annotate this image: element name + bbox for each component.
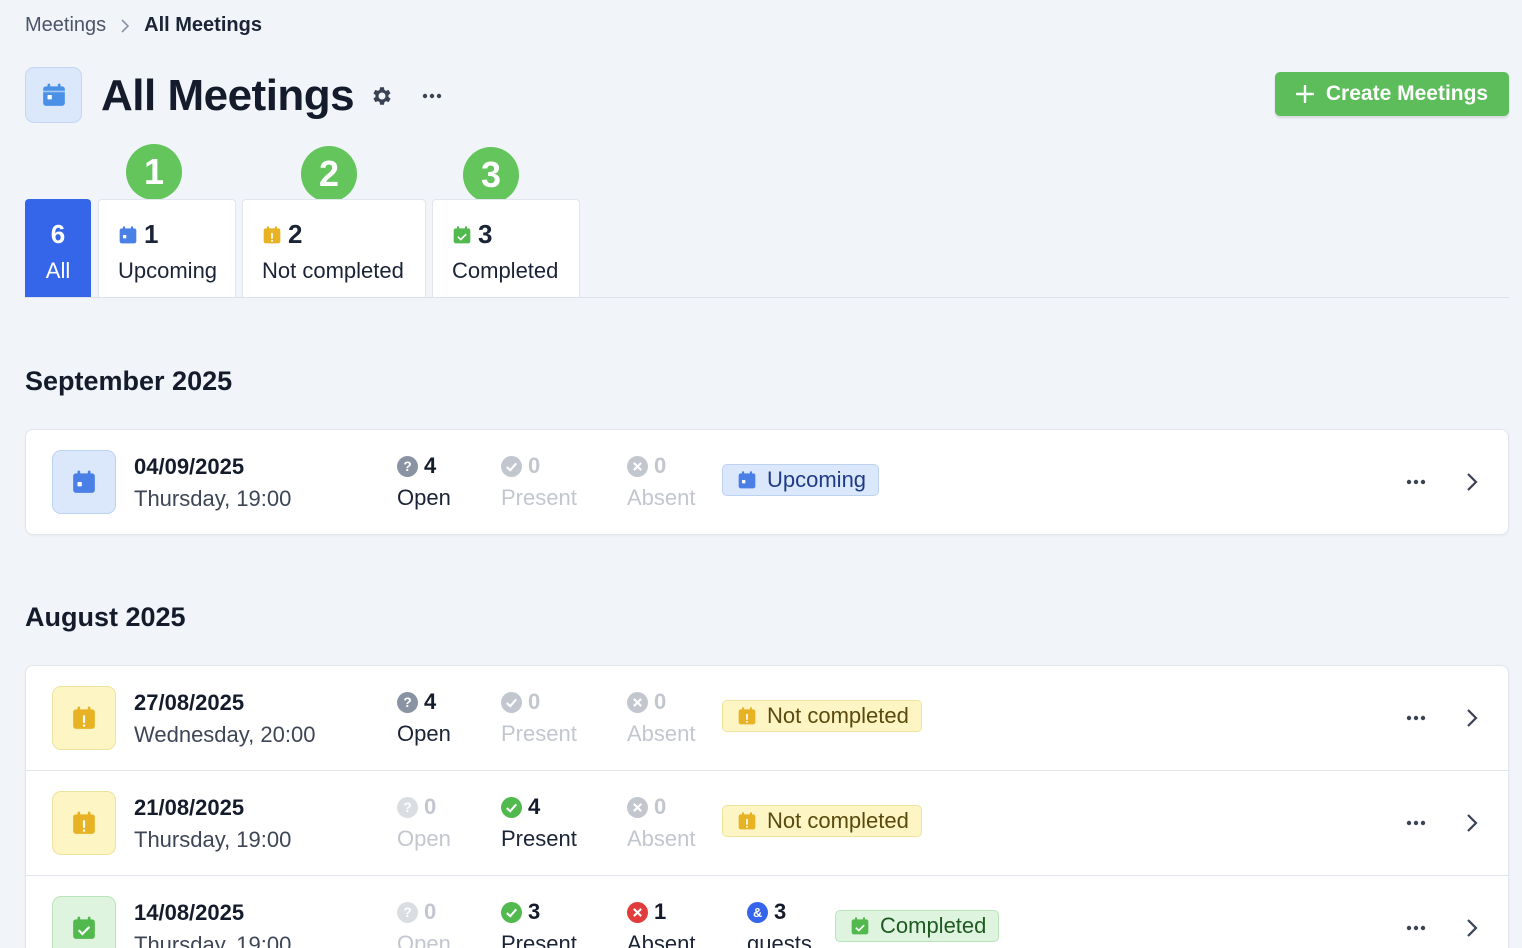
meeting-row[interactable]: 14/08/2025 Thursday, 19:00 ? 0 Open 3 Pr… xyxy=(26,876,1508,948)
annotation-badge-1: 1 xyxy=(126,144,182,200)
x-circle-icon xyxy=(627,455,648,477)
meeting-row[interactable]: 04/09/2025 Thursday, 19:00 ? 4 Open 0 Pr… xyxy=(26,430,1508,534)
calendar-check-icon xyxy=(851,917,869,935)
breadcrumb-meetings-link[interactable]: Meetings xyxy=(25,14,106,37)
breadcrumb: Meetings All Meetings xyxy=(25,14,262,37)
tab-upcoming[interactable]: 1 Upcoming xyxy=(98,199,236,297)
stat-present: 3 Present xyxy=(501,899,577,948)
stat-absent: 0 Absent xyxy=(627,794,696,851)
stat-open: ? 4 Open xyxy=(397,453,451,510)
more-options-icon[interactable] xyxy=(1401,916,1431,940)
check-circle-icon xyxy=(501,901,522,923)
stat-present: 4 Present xyxy=(501,794,577,851)
tab-all-label: All xyxy=(45,258,71,283)
meeting-day: Thursday, 19:00 xyxy=(134,486,292,511)
tab-completed-count: 3 xyxy=(478,219,493,249)
tab-completed-label: Completed xyxy=(452,258,559,283)
status-badge: Not completed xyxy=(722,805,922,837)
tab-all-count: 6 xyxy=(50,219,66,249)
page-title: All Meetings xyxy=(101,71,355,120)
more-options-icon[interactable] xyxy=(1401,811,1431,835)
gear-icon[interactable] xyxy=(368,83,394,109)
stat-absent: 0 Absent xyxy=(627,453,696,510)
create-meetings-label: Create Meetings xyxy=(1325,82,1489,105)
tab-not-completed[interactable]: 2 Not completed xyxy=(242,199,426,297)
svg-text:?: ? xyxy=(403,905,411,920)
section-title: August 2025 xyxy=(25,602,186,632)
check-circle-icon xyxy=(501,691,522,713)
calendar-icon xyxy=(738,471,756,489)
guests-icon: & xyxy=(747,901,768,923)
section-title: September 2025 xyxy=(25,366,233,396)
calendar-warning-icon xyxy=(52,686,116,750)
question-icon: ? xyxy=(397,455,418,477)
stat-absent: 0 Absent xyxy=(627,689,696,746)
calendar-icon xyxy=(25,67,82,123)
meetings-card: 27/08/2025 Wednesday, 20:00 ? 4 Open 0 P… xyxy=(25,665,1509,948)
chevron-right-icon[interactable] xyxy=(1460,704,1484,732)
x-circle-icon xyxy=(627,691,648,713)
annotation-badge-3: 3 xyxy=(463,147,519,203)
chevron-right-icon[interactable] xyxy=(1460,468,1484,496)
svg-text:?: ? xyxy=(403,800,411,815)
tabs-divider xyxy=(25,297,1509,298)
breadcrumb-current: All Meetings xyxy=(144,14,262,36)
calendar-warning-icon xyxy=(738,812,756,830)
meeting-day: Thursday, 19:00 xyxy=(134,827,292,852)
tab-not-completed-count: 2 xyxy=(288,219,303,249)
status-badge: Upcoming xyxy=(722,464,880,496)
calendar-check-icon xyxy=(453,225,471,243)
more-options-icon[interactable] xyxy=(1401,706,1431,730)
calendar-icon xyxy=(52,450,116,514)
meeting-row[interactable]: 21/08/2025 Thursday, 19:00 ? 0 Open 4 Pr… xyxy=(26,771,1508,876)
annotation-badge-2: 2 xyxy=(301,146,357,202)
meeting-day: Wednesday, 20:00 xyxy=(134,722,316,747)
tab-not-completed-label: Not completed xyxy=(262,258,404,283)
meetings-card: 04/09/2025 Thursday, 19:00 ? 4 Open 0 Pr… xyxy=(25,429,1509,535)
calendar-check-icon xyxy=(52,896,116,948)
question-icon: ? xyxy=(397,901,418,923)
check-circle-icon xyxy=(501,796,522,818)
check-circle-icon xyxy=(501,455,522,477)
chevron-right-icon[interactable] xyxy=(1460,914,1484,942)
stat-present: 0 Present xyxy=(501,453,577,510)
svg-text:&: & xyxy=(753,906,762,920)
plus-icon xyxy=(1295,85,1314,103)
tab-all[interactable]: 6 All xyxy=(25,199,91,297)
x-circle-icon xyxy=(627,796,648,818)
stat-open: ? 4 Open xyxy=(397,689,451,746)
svg-text:?: ? xyxy=(403,695,411,710)
calendar-warning-icon xyxy=(263,225,281,243)
meeting-date: 27/08/2025 xyxy=(134,690,245,715)
question-icon: ? xyxy=(397,691,418,713)
tab-upcoming-label: Upcoming xyxy=(118,258,218,283)
meeting-date: 04/09/2025 xyxy=(134,454,245,479)
chevron-right-icon[interactable] xyxy=(1460,809,1484,837)
meeting-date: 21/08/2025 xyxy=(134,795,245,820)
calendar-warning-icon xyxy=(52,791,116,855)
stat-guests: & 3 guests xyxy=(747,899,812,948)
stat-open: ? 0 Open xyxy=(397,899,451,948)
question-icon: ? xyxy=(397,796,418,818)
status-badge: Not completed xyxy=(722,700,922,732)
calendar-warning-icon xyxy=(738,707,756,725)
tab-completed[interactable]: 3 Completed xyxy=(432,199,580,297)
chevron-right-icon xyxy=(120,18,130,33)
more-options-icon[interactable] xyxy=(418,83,446,109)
status-badge: Completed xyxy=(835,910,1000,942)
meeting-date: 14/08/2025 xyxy=(134,900,245,925)
meeting-day: Thursday, 19:00 xyxy=(134,932,292,948)
create-meetings-button[interactable]: Create Meetings xyxy=(1275,72,1509,116)
stat-open: ? 0 Open xyxy=(397,794,451,851)
x-circle-icon xyxy=(627,901,648,923)
tab-upcoming-count: 1 xyxy=(144,219,159,249)
stat-absent: 1 Absent xyxy=(627,899,696,948)
calendar-icon xyxy=(119,225,137,243)
stat-present: 0 Present xyxy=(501,689,577,746)
meeting-row[interactable]: 27/08/2025 Wednesday, 20:00 ? 4 Open 0 P… xyxy=(26,666,1508,771)
more-options-icon[interactable] xyxy=(1401,470,1431,494)
svg-text:?: ? xyxy=(403,459,411,474)
